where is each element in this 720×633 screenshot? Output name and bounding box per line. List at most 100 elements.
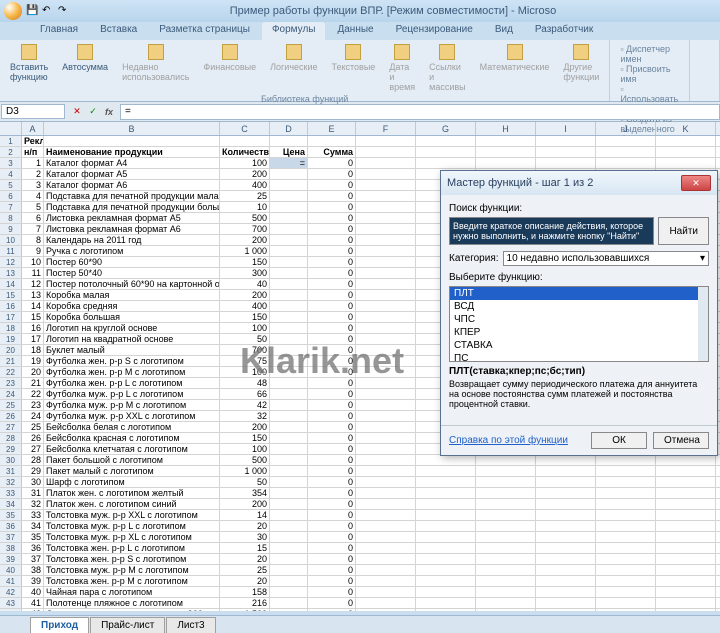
row-header[interactable]: 29 xyxy=(0,444,22,454)
cell[interactable] xyxy=(536,499,596,509)
cell[interactable]: Толстовка муж. р-р XL с логотипом xyxy=(44,532,220,542)
cell[interactable]: Толстовка жен. р-р L с логотипом xyxy=(44,543,220,553)
cell[interactable]: 1 000 xyxy=(220,466,270,476)
cell[interactable] xyxy=(476,598,536,608)
cell[interactable]: 100 xyxy=(220,444,270,454)
cell[interactable] xyxy=(270,136,308,146)
cell[interactable] xyxy=(356,477,416,487)
cell[interactable]: 0 xyxy=(308,389,356,399)
cell[interactable]: Цена xyxy=(270,147,308,157)
cell[interactable] xyxy=(356,147,416,157)
cell[interactable] xyxy=(416,136,476,146)
cell[interactable] xyxy=(596,510,656,520)
cell[interactable] xyxy=(270,180,308,190)
cell[interactable]: 39 xyxy=(22,576,44,586)
cell[interactable] xyxy=(356,499,416,509)
cell[interactable]: 0 xyxy=(308,158,356,168)
cell[interactable] xyxy=(270,576,308,586)
cell[interactable] xyxy=(656,543,716,553)
cell[interactable] xyxy=(596,499,656,509)
row-header[interactable]: 6 xyxy=(0,191,22,201)
cell[interactable]: 6 xyxy=(22,213,44,223)
cell[interactable] xyxy=(476,587,536,597)
cell[interactable]: 19 xyxy=(22,356,44,366)
cell[interactable] xyxy=(270,213,308,223)
cell[interactable]: 50 xyxy=(220,477,270,487)
row-header[interactable]: 43 xyxy=(0,598,22,608)
cell[interactable] xyxy=(596,609,656,611)
cell[interactable] xyxy=(596,466,656,476)
cell[interactable]: 200 xyxy=(220,290,270,300)
cell[interactable] xyxy=(656,147,716,157)
cell[interactable]: 41 xyxy=(22,598,44,608)
ribbon-button[interactable]: Вставитьфункцию xyxy=(4,42,54,94)
cell[interactable]: 20 xyxy=(220,576,270,586)
cell[interactable] xyxy=(656,609,716,611)
cell[interactable]: 200 xyxy=(220,499,270,509)
function-list[interactable]: ПЛТВСДЧПСКПЕРСТАВКАПСОСПЛТ xyxy=(449,286,709,362)
cell[interactable]: 200 xyxy=(220,422,270,432)
cell[interactable]: н/п xyxy=(22,147,44,157)
cell[interactable] xyxy=(476,554,536,564)
cell[interactable]: 21 xyxy=(22,378,44,388)
cell[interactable] xyxy=(476,609,536,611)
cell[interactable] xyxy=(270,565,308,575)
cell[interactable]: 0 xyxy=(308,246,356,256)
row-header[interactable]: 28 xyxy=(0,433,22,443)
cell[interactable]: 216 xyxy=(220,598,270,608)
cell[interactable] xyxy=(356,565,416,575)
find-button[interactable]: Найти xyxy=(658,217,709,245)
cell[interactable]: Бейсболка красная с логотипом xyxy=(44,433,220,443)
cell[interactable]: Календарь на 2011 год xyxy=(44,235,220,245)
cell[interactable]: 24 xyxy=(22,411,44,421)
cell[interactable]: Коробка малая xyxy=(44,290,220,300)
cell[interactable] xyxy=(536,543,596,553)
cell[interactable] xyxy=(270,587,308,597)
cell[interactable] xyxy=(356,191,416,201)
cell[interactable]: 0 xyxy=(308,345,356,355)
cell[interactable]: 700 xyxy=(220,345,270,355)
cell[interactable]: 0 xyxy=(308,191,356,201)
cell[interactable]: Толстовка муж. р-р M с логотипом xyxy=(44,565,220,575)
cell[interactable] xyxy=(270,367,308,377)
ribbon-tab[interactable]: Вставка xyxy=(90,22,147,40)
row-header[interactable]: 37 xyxy=(0,532,22,542)
select-all[interactable] xyxy=(0,122,22,135)
cell[interactable] xyxy=(536,147,596,157)
cell[interactable]: Платок жен. с логотипом желтый xyxy=(44,488,220,498)
cell[interactable]: 31 xyxy=(22,488,44,498)
cell[interactable]: 0 xyxy=(308,169,356,179)
ribbon-button[interactable]: Логические xyxy=(264,42,323,94)
cell[interactable]: 48 xyxy=(220,378,270,388)
cell[interactable] xyxy=(270,477,308,487)
row-header[interactable]: 16 xyxy=(0,301,22,311)
row-header[interactable]: 26 xyxy=(0,411,22,421)
cell[interactable]: 0 xyxy=(308,323,356,333)
row-header[interactable]: 14 xyxy=(0,279,22,289)
cell[interactable] xyxy=(356,158,416,168)
row-header[interactable]: 41 xyxy=(0,576,22,586)
cell[interactable]: 40 xyxy=(22,587,44,597)
cell[interactable] xyxy=(356,455,416,465)
cell[interactable]: Шарф с логотипом xyxy=(44,477,220,487)
ok-button[interactable]: ОК xyxy=(591,432,647,449)
cell[interactable] xyxy=(356,224,416,234)
cell[interactable] xyxy=(416,147,476,157)
col-header[interactable]: C xyxy=(220,122,270,135)
cell[interactable]: 1 500 xyxy=(220,609,270,611)
row-header[interactable]: 22 xyxy=(0,367,22,377)
cell[interactable]: Пакет большой с логотипом xyxy=(44,455,220,465)
cell[interactable]: 400 xyxy=(220,180,270,190)
cell[interactable]: 0 xyxy=(308,521,356,531)
cell[interactable] xyxy=(656,576,716,586)
ribbon-button[interactable]: Ссылкии массивы xyxy=(423,42,471,94)
cell[interactable]: 15 xyxy=(220,543,270,553)
cell[interactable] xyxy=(356,433,416,443)
ribbon-tab[interactable]: Разработчик xyxy=(525,22,603,40)
cell[interactable]: 0 xyxy=(308,510,356,520)
cell[interactable]: Подставка для печатной продукции малая xyxy=(44,191,220,201)
cell[interactable] xyxy=(356,576,416,586)
row-header[interactable]: 30 xyxy=(0,455,22,465)
cell[interactable]: Футболка муж. р-р XXL с логотипом xyxy=(44,411,220,421)
cell[interactable] xyxy=(356,554,416,564)
